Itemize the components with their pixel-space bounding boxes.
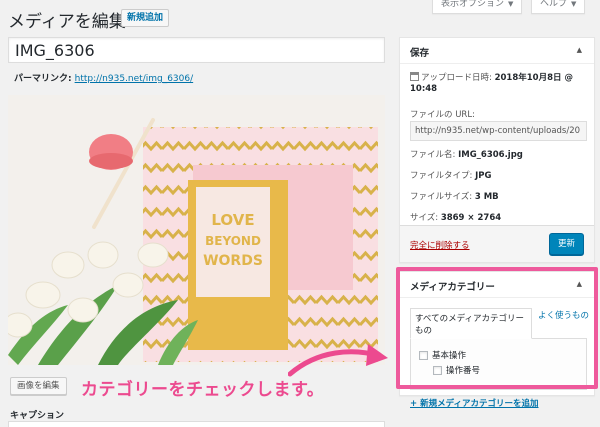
dimensions-value: 3869 × 2764 xyxy=(440,213,502,223)
collapse-toggle-icon[interactable]: ▲ xyxy=(577,46,582,54)
category-box-header[interactable]: メディアカテゴリー ▲ xyxy=(400,272,594,298)
category-item[interactable]: 基本操作 xyxy=(419,349,466,361)
image-text-line-1: LOVE xyxy=(211,211,254,229)
collapse-toggle-icon[interactable]: ▲ xyxy=(577,280,582,288)
save-box-header[interactable]: 保存 ▲ xyxy=(400,38,594,64)
upload-date: アップロード日時: 2018年10月8日 @ xyxy=(410,71,573,83)
media-image: LOVE BEYOND WORDS xyxy=(8,95,385,365)
category-label: 操作番号 xyxy=(446,366,481,376)
page-title: メディアを編集 xyxy=(8,12,126,32)
annotation-arrow-icon xyxy=(288,344,388,377)
file-url-field[interactable]: http://n935.net/wp-content/uploads/20 xyxy=(410,121,587,141)
file-name-label: ファイル名: xyxy=(410,150,456,160)
save-box-title: 保存 xyxy=(410,48,430,59)
file-type: ファイルタイプ: JPG xyxy=(410,169,491,181)
permalink-url[interactable]: http://n935.net/img_6306/ xyxy=(75,74,194,84)
file-size-label: ファイルサイズ: xyxy=(410,192,473,202)
caption-textarea[interactable] xyxy=(8,421,385,427)
checkbox[interactable] xyxy=(433,365,442,375)
edit-image-button[interactable]: 画像を編集 xyxy=(10,377,67,395)
help-label: ヘルプ xyxy=(540,0,568,9)
save-box: 保存 ▲ アップロード日時: 2018年10月8日 @ 10:48 ファイルの … xyxy=(399,37,595,263)
file-type-value: JPG xyxy=(475,171,492,181)
file-size: ファイルサイズ: 3 MB xyxy=(410,190,499,202)
screen-options-button[interactable]: 表示オプション ▼ xyxy=(432,0,523,14)
upload-date-value: 2018年10月8日 @ xyxy=(494,73,573,83)
screen-options-label: 表示オプション xyxy=(441,0,505,9)
media-category-box: メディアカテゴリー ▲ すべてのメディアカテゴリーもの よく使うもの 基本操作 … xyxy=(399,271,595,396)
category-checklist: 基本操作 操作番号 xyxy=(410,338,587,390)
permalink: パーマリンク: http://n935.net/img_6306/ xyxy=(14,71,193,84)
tab-all-categories[interactable]: すべてのメディアカテゴリーもの xyxy=(410,308,532,339)
file-url-label: ファイルの URL: xyxy=(410,110,475,120)
image-text-line-2: BEYOND xyxy=(205,234,261,248)
add-new-button[interactable]: 新規追加 xyxy=(121,9,170,27)
category-item[interactable]: 操作番号 xyxy=(433,364,480,376)
image-text-line-3: WORDS xyxy=(203,253,263,269)
file-type-label: ファイルタイプ: xyxy=(410,171,473,181)
checkbox[interactable] xyxy=(419,350,428,360)
file-size-value: 3 MB xyxy=(474,192,499,202)
add-new-category-link[interactable]: + 新規メディアカテゴリーを追加 xyxy=(410,397,539,409)
category-box-title: メディアカテゴリー xyxy=(410,282,495,293)
upload-time: 10:48 xyxy=(410,84,437,94)
dimensions-label: サイズ: xyxy=(410,213,439,223)
delete-permanently-link[interactable]: 完全に削除する xyxy=(410,239,470,251)
permalink-label: パーマリンク: xyxy=(14,74,72,84)
file-name-value: IMG_6306.jpg xyxy=(458,150,523,160)
upload-date-label: アップロード日時: xyxy=(421,73,492,83)
help-button[interactable]: ヘルプ ▼ xyxy=(531,0,586,14)
chevron-down-icon: ▼ xyxy=(571,0,577,8)
update-button[interactable]: 更新 xyxy=(548,233,584,255)
save-box-footer: 完全に削除する 更新 xyxy=(400,225,594,262)
title-input[interactable]: IMG_6306 xyxy=(8,37,385,63)
file-name: ファイル名: IMG_6306.jpg xyxy=(410,148,523,160)
upload-time-value: 10:48 xyxy=(410,84,438,94)
caption-label: キャプション xyxy=(10,411,65,421)
dimensions: サイズ: 3869 × 2764 xyxy=(410,211,501,223)
chevron-down-icon: ▼ xyxy=(508,0,514,8)
tab-most-used[interactable]: よく使うもの xyxy=(538,310,590,322)
calendar-icon xyxy=(410,72,419,81)
category-label: 基本操作 xyxy=(432,351,467,361)
